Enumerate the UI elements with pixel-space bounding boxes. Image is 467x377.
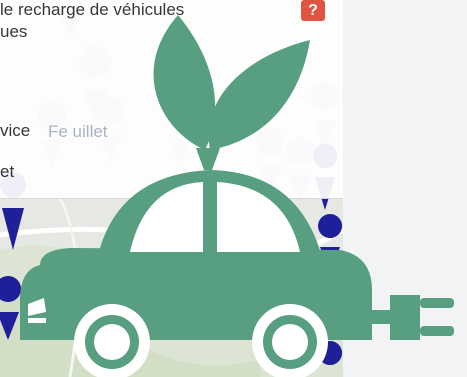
leaf-icon bbox=[153, 15, 216, 150]
ev-logo bbox=[20, 15, 454, 377]
plug-icon bbox=[390, 295, 420, 340]
leaf-icon bbox=[208, 40, 310, 150]
